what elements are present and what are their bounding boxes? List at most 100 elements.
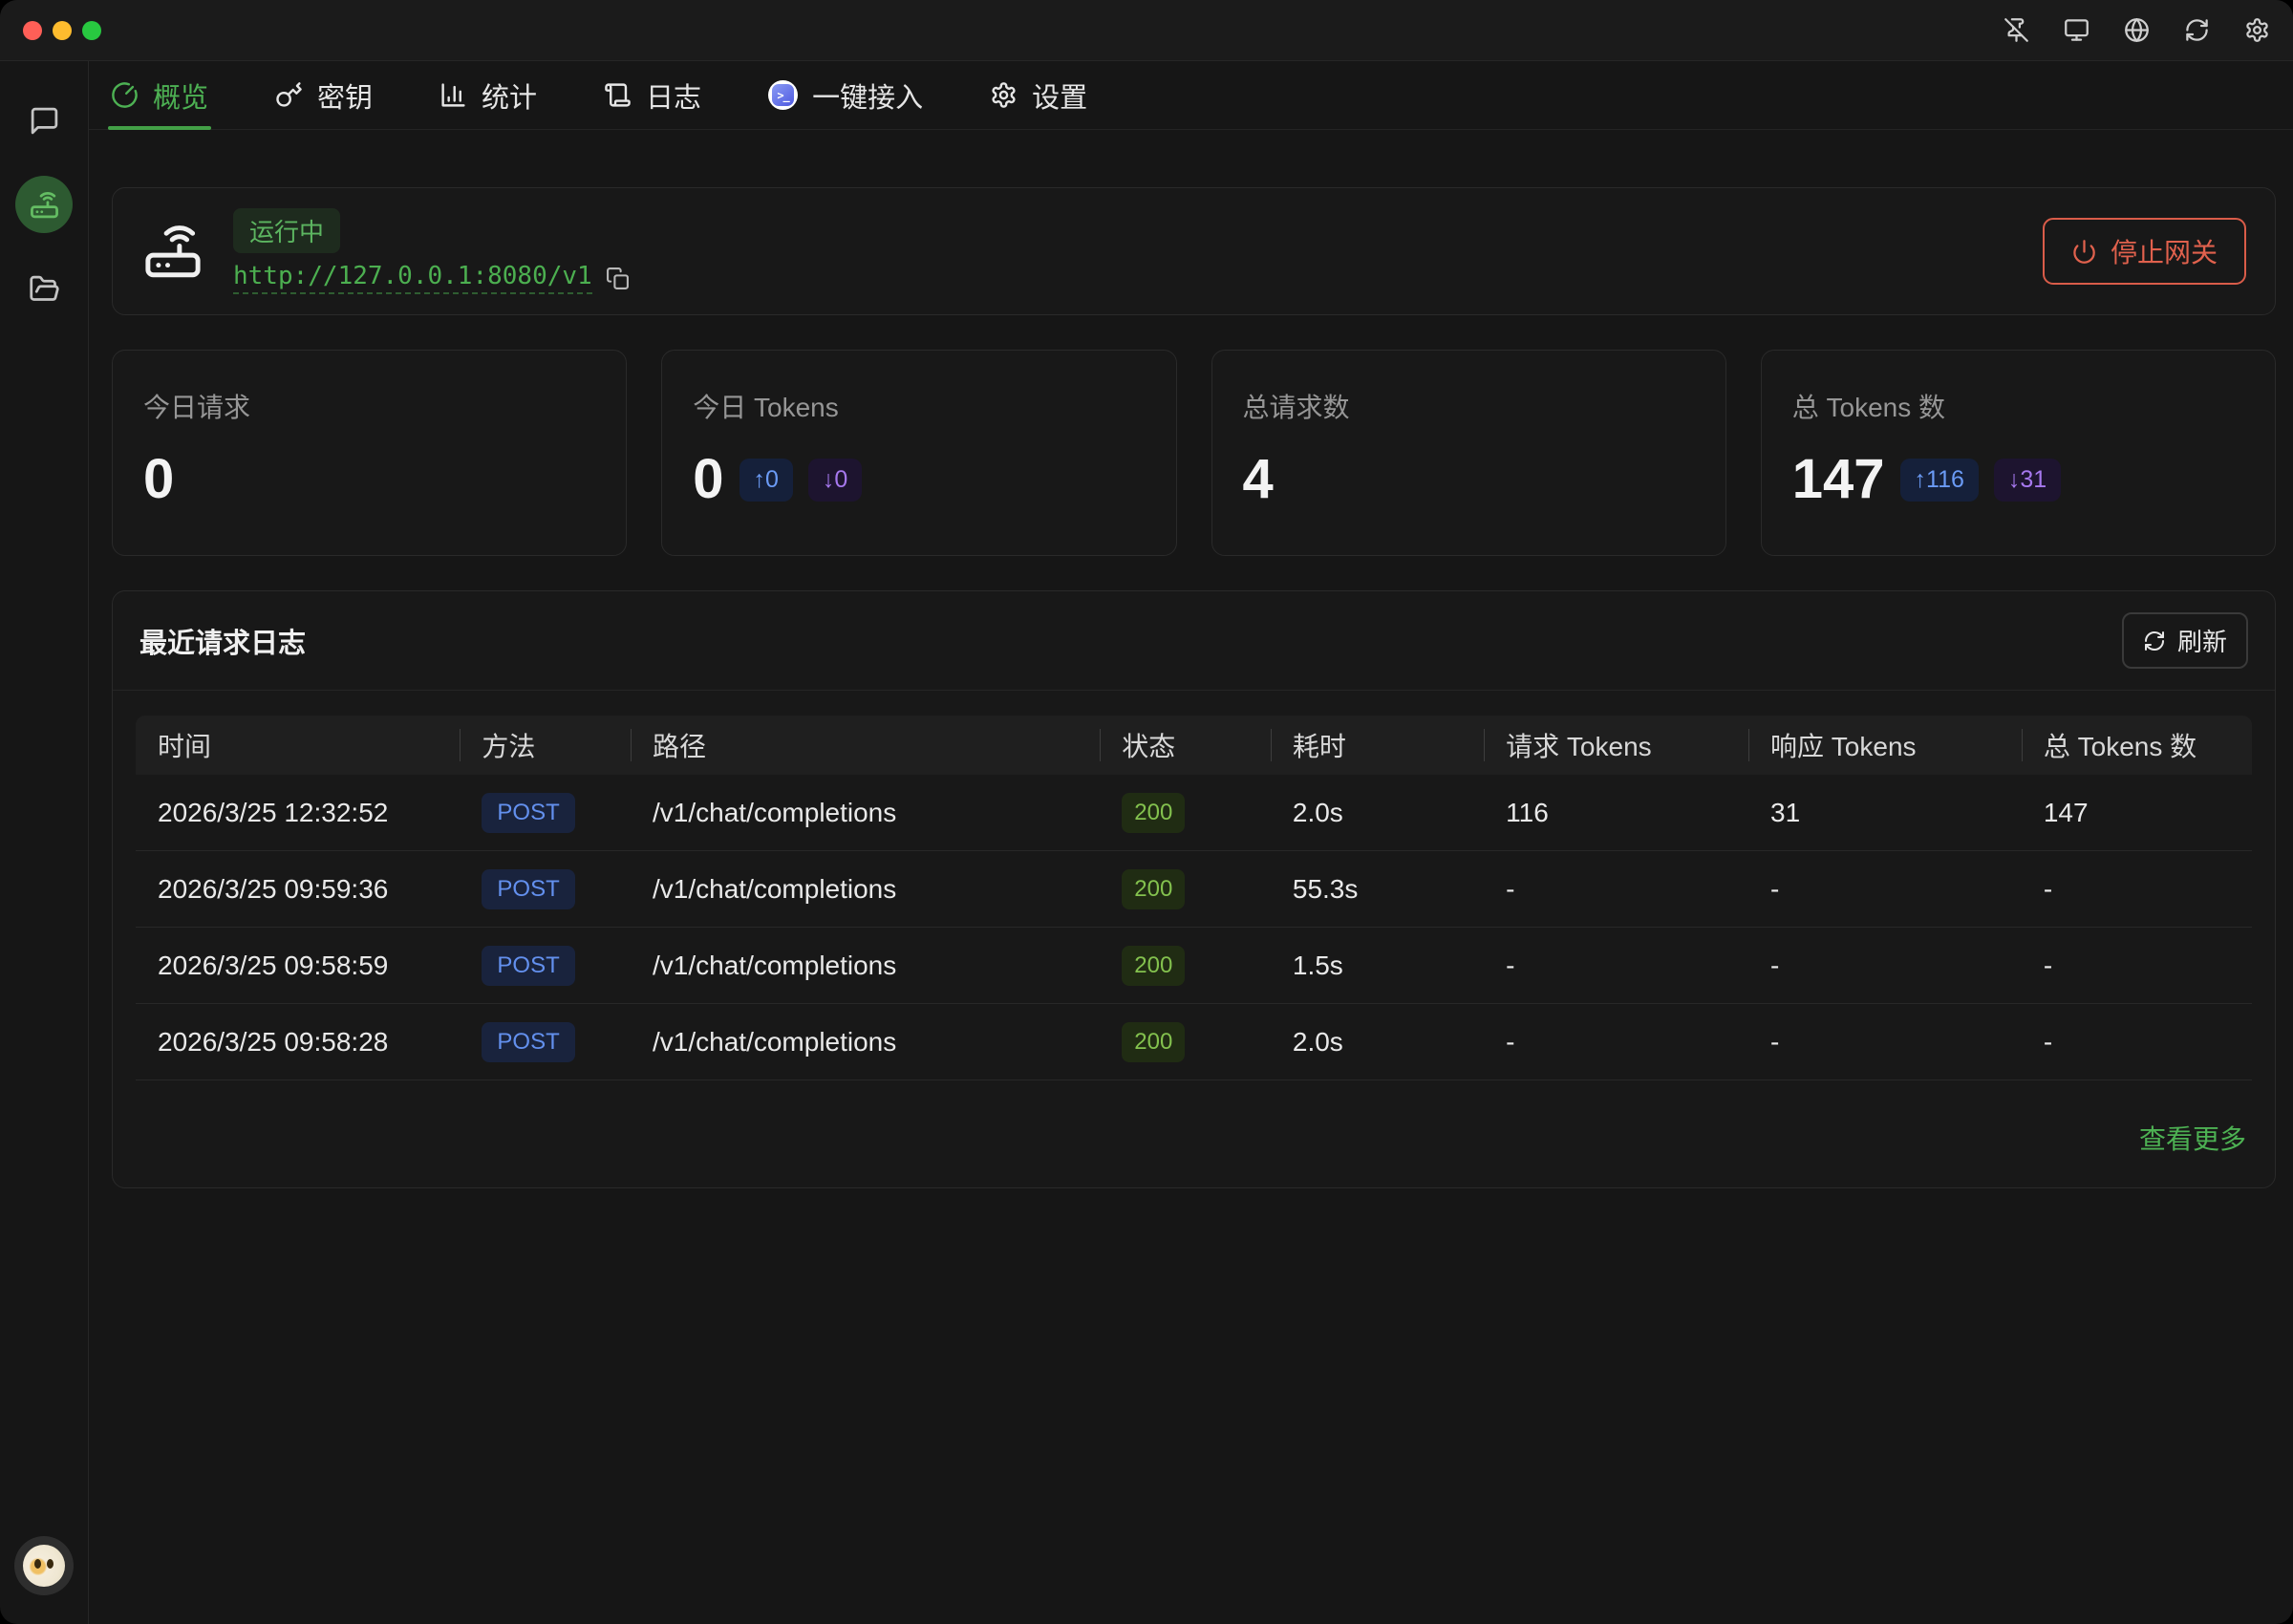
- status-code-badge: 200: [1122, 793, 1185, 833]
- copy-icon: [606, 267, 630, 290]
- pin-off-icon[interactable]: [2004, 17, 2029, 43]
- log-request-tokens: -: [1484, 1027, 1748, 1058]
- stats-row: 今日请求 0 今日 Tokens 0 ↑0 ↓0: [112, 350, 2276, 556]
- globe-icon[interactable]: [2124, 17, 2150, 43]
- user-avatar[interactable]: [14, 1536, 74, 1595]
- close-window-button[interactable]: [23, 21, 42, 40]
- zoom-window-button[interactable]: [82, 21, 101, 40]
- method-badge: POST: [482, 946, 574, 986]
- input-tokens-badge: ↑0: [739, 459, 793, 502]
- tab-label: 密钥: [317, 75, 373, 116]
- column-header-duration: 耗时: [1271, 726, 1484, 764]
- sidebar-item-files[interactable]: [15, 260, 73, 317]
- tab-overview[interactable]: 概览: [108, 61, 211, 129]
- log-total-tokens: 147: [2022, 798, 2252, 828]
- method-badge: POST: [482, 1022, 574, 1062]
- stat-card-today-requests: 今日请求 0: [112, 350, 627, 556]
- router-icon: [141, 220, 204, 283]
- column-header-total-tokens: 总 Tokens 数: [2022, 726, 2252, 764]
- output-tokens-badge: ↓31: [1994, 459, 2061, 502]
- log-response-tokens: -: [1748, 1027, 2022, 1058]
- tab-label: 一键接入: [812, 75, 923, 116]
- stat-card-total-tokens: 总 Tokens 数 147 ↑116 ↓31: [1761, 350, 2276, 556]
- stat-value: 4: [1243, 452, 1274, 507]
- overview-content: 运行中 http://127.0.0.1:8080/v1: [89, 130, 2293, 1624]
- column-header-request-tokens: 请求 Tokens: [1484, 726, 1748, 764]
- stat-label: 今日 Tokens: [693, 387, 1145, 425]
- recent-logs-card: 最近请求日志 刷新 时间 方法 路径 状态: [112, 590, 2276, 1188]
- log-row[interactable]: 2026/3/25 09:59:36 POST /v1/chat/complet…: [136, 851, 2252, 928]
- logs-table-header: 时间 方法 路径 状态 耗时 请求 Tokens 响应 Tokens 总 Tok…: [136, 716, 2252, 775]
- logs-table: 时间 方法 路径 状态 耗时 请求 Tokens 响应 Tokens 总 Tok…: [113, 691, 2275, 1080]
- sidebar-item-chat[interactable]: [15, 92, 73, 149]
- refresh-icon: [2143, 630, 2166, 652]
- input-tokens-badge: ↑116: [1900, 459, 1979, 502]
- tab-stats[interactable]: 统计: [437, 61, 540, 129]
- stat-label: 总 Tokens 数: [1792, 387, 2244, 425]
- log-request-tokens: -: [1484, 874, 1748, 905]
- column-header-status: 状态: [1100, 726, 1271, 764]
- stat-card-total-requests: 总请求数 4: [1211, 350, 1726, 556]
- log-row[interactable]: 2026/3/25 09:58:59 POST /v1/chat/complet…: [136, 928, 2252, 1004]
- tab-quick-connect[interactable]: >_ 一键接入: [765, 61, 926, 129]
- titlebar: [0, 0, 2293, 61]
- method-badge: POST: [482, 793, 574, 833]
- power-icon: [2071, 239, 2097, 265]
- stop-gateway-button[interactable]: 停止网关: [2043, 218, 2246, 285]
- gear-icon[interactable]: [2244, 17, 2270, 43]
- stat-label: 总请求数: [1243, 387, 1695, 425]
- key-icon: [275, 81, 303, 109]
- log-total-tokens: -: [2022, 1027, 2252, 1058]
- log-response-tokens: -: [1748, 951, 2022, 981]
- log-time: 2026/3/25 09:59:36: [136, 874, 460, 905]
- gateway-status-card: 运行中 http://127.0.0.1:8080/v1: [112, 187, 2276, 315]
- monitor-icon[interactable]: [2064, 17, 2089, 43]
- status-badge: 运行中: [233, 208, 340, 253]
- log-duration: 55.3s: [1271, 874, 1484, 905]
- traffic-lights: [23, 21, 101, 40]
- output-tokens-badge: ↓0: [808, 459, 862, 502]
- stat-value: 0: [693, 452, 723, 507]
- log-response-tokens: 31: [1748, 798, 2022, 828]
- log-response-tokens: -: [1748, 874, 2022, 905]
- tab-keys[interactable]: 密钥: [272, 61, 375, 129]
- column-header-time: 时间: [136, 726, 460, 764]
- tab-settings[interactable]: 设置: [987, 61, 1090, 129]
- copy-url-button[interactable]: [606, 267, 630, 290]
- log-row[interactable]: 2026/3/25 12:32:52 POST /v1/chat/complet…: [136, 775, 2252, 851]
- log-time: 2026/3/25 09:58:59: [136, 951, 460, 981]
- column-header-response-tokens: 响应 Tokens: [1748, 726, 2022, 764]
- refresh-icon[interactable]: [2184, 17, 2210, 43]
- log-time: 2026/3/25 12:32:52: [136, 798, 460, 828]
- status-code-badge: 200: [1122, 869, 1185, 909]
- stat-value: 0: [143, 452, 174, 507]
- tab-label: 设置: [1032, 75, 1087, 116]
- log-path: /v1/chat/completions: [631, 874, 1100, 905]
- gateway-url-link[interactable]: http://127.0.0.1:8080/v1: [233, 262, 592, 294]
- log-duration: 2.0s: [1271, 798, 1484, 828]
- log-duration: 2.0s: [1271, 1027, 1484, 1058]
- stat-label: 今日请求: [143, 387, 595, 425]
- log-path: /v1/chat/completions: [631, 798, 1100, 828]
- tabbar: 概览 密钥 统计 日志: [89, 61, 2293, 130]
- gauge-icon: [111, 81, 139, 109]
- refresh-logs-button[interactable]: 刷新: [2122, 612, 2248, 669]
- recent-logs-title: 最近请求日志: [139, 621, 306, 661]
- sidebar-item-gateway[interactable]: [15, 176, 73, 233]
- tab-logs[interactable]: 日志: [601, 61, 704, 129]
- stat-card-today-tokens: 今日 Tokens 0 ↑0 ↓0: [661, 350, 1176, 556]
- log-request-tokens: -: [1484, 951, 1748, 981]
- minimize-window-button[interactable]: [53, 21, 72, 40]
- view-more-link[interactable]: 查看更多: [2139, 1119, 2246, 1157]
- bar-chart-icon: [439, 81, 467, 109]
- tab-label: 统计: [482, 75, 537, 116]
- log-row[interactable]: 2026/3/25 09:58:28 POST /v1/chat/complet…: [136, 1004, 2252, 1080]
- folder-open-icon: [29, 273, 60, 305]
- log-total-tokens: -: [2022, 951, 2252, 981]
- router-icon: [29, 189, 60, 221]
- log-path: /v1/chat/completions: [631, 1027, 1100, 1058]
- chat-icon: [29, 105, 60, 137]
- titlebar-actions: [2004, 17, 2270, 43]
- log-request-tokens: 116: [1484, 798, 1748, 828]
- method-badge: POST: [482, 869, 574, 909]
